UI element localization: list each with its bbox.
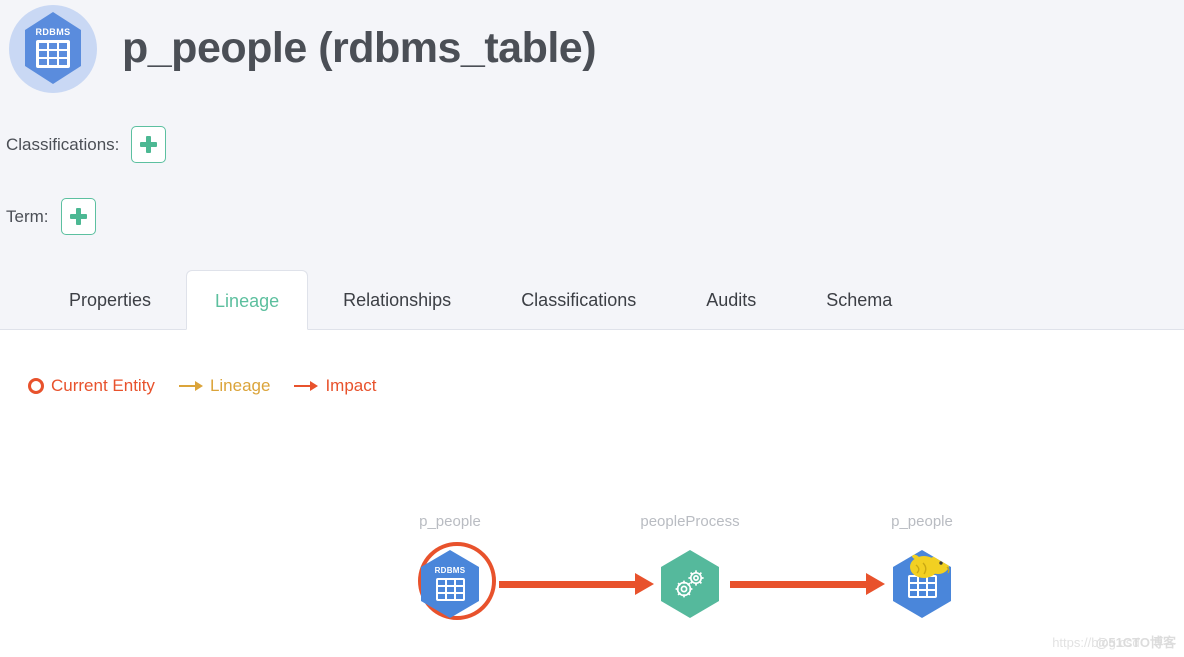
tab-properties[interactable]: Properties: [34, 269, 186, 329]
lineage-page: RDBMS p_people (rdbms_table) Classificat…: [0, 0, 1184, 657]
lineage-node-label: p_people: [419, 513, 481, 530]
arrow-right-icon: [178, 380, 203, 392]
lineage-node-label: p_people: [891, 513, 953, 530]
gears-icon: [675, 570, 704, 598]
table-grid-icon: [36, 40, 70, 68]
plus-icon: [69, 208, 87, 225]
lineage-node-shape[interactable]: [630, 544, 750, 624]
classifications-label: Classifications:: [6, 134, 120, 154]
tab-bar: Properties Lineage Relationships Classif…: [0, 268, 1184, 330]
lineage-graph[interactable]: p_people RDBMS peopleProcess p_people: [0, 430, 1184, 640]
lineage-node-label: peopleProcess: [640, 513, 740, 530]
hive-table-icon: [893, 550, 951, 618]
process-icon: [661, 550, 719, 618]
term-row: Term:: [6, 198, 96, 235]
legend-lineage-label: Lineage: [209, 376, 271, 395]
plus-icon: [140, 136, 158, 153]
entity-header: RDBMS p_people (rdbms_table): [0, 0, 597, 96]
legend-impact: Impact: [294, 376, 376, 396]
hive-bee-icon: [910, 553, 950, 578]
arrow-right-icon: [294, 380, 319, 392]
term-label: Term:: [6, 206, 49, 226]
tab-lineage[interactable]: Lineage: [186, 270, 309, 330]
lineage-legend: Current Entity Lineage Impact: [28, 376, 376, 396]
lineage-node-p-people-rdbms[interactable]: p_people RDBMS: [390, 512, 510, 624]
legend-current-entity-label: Current Entity: [51, 376, 155, 395]
lineage-node-shape[interactable]: [862, 544, 982, 624]
tab-schema[interactable]: Schema: [791, 269, 927, 329]
circle-outline-icon: [28, 378, 44, 394]
legend-current-entity: Current Entity: [28, 376, 155, 396]
lineage-edge-1: [499, 581, 639, 588]
legend-lineage: Lineage: [178, 376, 271, 396]
add-classification-button[interactable]: [131, 126, 167, 163]
lineage-node-shape[interactable]: RDBMS: [390, 542, 510, 624]
table-grid-icon: [435, 578, 465, 601]
logo-badge-text: RDBMS: [35, 27, 71, 37]
add-term-button[interactable]: [60, 198, 96, 235]
legend-impact-label: Impact: [325, 376, 377, 395]
page-title: p_people (rdbms_table): [122, 23, 597, 72]
node-badge-text: RDBMS: [434, 566, 466, 575]
tab-audits[interactable]: Audits: [671, 269, 791, 329]
tab-classifications[interactable]: Classifications: [486, 269, 671, 329]
lineage-edge-2: [730, 581, 870, 588]
tab-relationships[interactable]: Relationships: [308, 269, 486, 329]
entity-logo: RDBMS: [0, 3, 118, 93]
lineage-node-people-process[interactable]: peopleProcess: [630, 512, 750, 624]
classifications-row: Classifications:: [6, 126, 167, 163]
lineage-node-p-people-hive[interactable]: p_people: [862, 512, 982, 624]
